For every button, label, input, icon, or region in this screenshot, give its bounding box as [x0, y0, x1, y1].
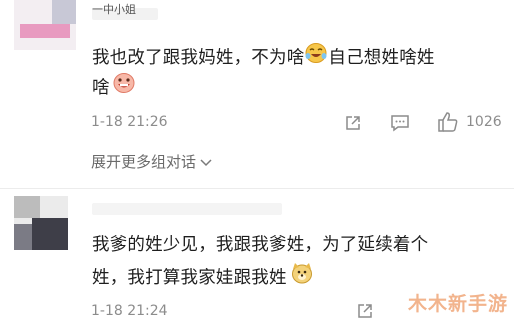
comment-item-1: 一中小姐 我也改了跟我妈姓，不为啥 自己想姓啥姓 啥 1-18 21:26 10…: [0, 0, 514, 188]
like-icon[interactable]: [437, 111, 459, 133]
username-1[interactable]: 一中小姐: [92, 3, 158, 20]
share-icon[interactable]: [356, 302, 374, 320]
comment-text-line-1: 我爹的姓少见，我跟我爹姓，为了延续着个: [92, 235, 429, 255]
comment-text-part-1: 姓，我打算我家娃跟我姓: [92, 268, 287, 288]
comment-text-line-2: 啥: [92, 72, 136, 102]
username-2[interactable]: [92, 203, 282, 215]
expand-label: 展开更多组对话: [91, 153, 197, 171]
comment-text-line-2: 姓，我打算我家娃跟我姓: [92, 262, 314, 292]
comment-text-part-3: 啥: [92, 78, 110, 98]
doge-emoji: [290, 262, 314, 290]
avatar-2[interactable]: [14, 196, 68, 250]
expand-conversation-link[interactable]: 展开更多组对话: [91, 151, 212, 172]
comment-text-part-2: 自己想姓啥姓: [328, 48, 435, 68]
comment-text-part-1: 我也改了跟我妈姓，不为啥: [92, 48, 305, 68]
timestamp-1: 1-18 21:26: [91, 114, 168, 130]
watermark-logo: 木木新手游: [407, 293, 508, 315]
like-count-1: 1026: [466, 114, 502, 130]
comment-text-line-1: 我也改了跟我妈姓，不为啥 自己想姓啥姓: [92, 42, 435, 72]
share-icon[interactable]: [344, 114, 362, 132]
avatar-1[interactable]: [14, 0, 76, 50]
timestamp-2: 1-18 21:24: [91, 303, 168, 319]
reply-icon[interactable]: [390, 114, 410, 132]
chevron-down-icon: [200, 154, 212, 172]
laugh-emoji: [304, 42, 328, 70]
grin-emoji: [112, 72, 136, 100]
